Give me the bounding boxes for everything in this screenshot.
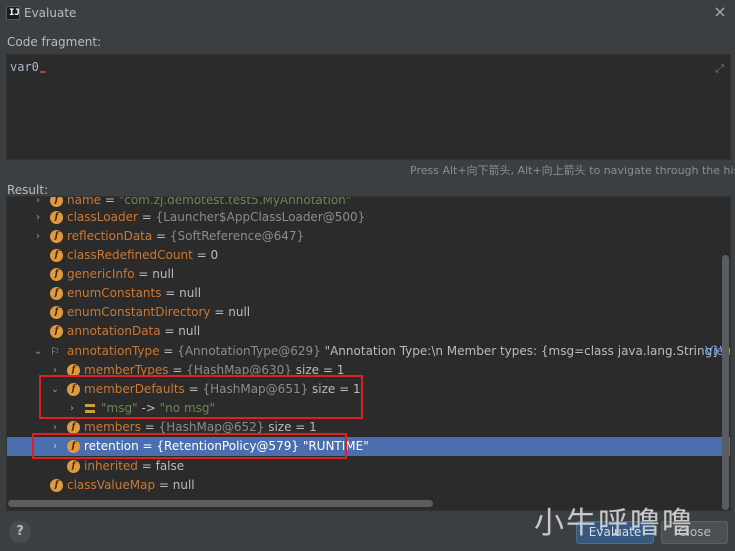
tree-row-reflectiondata[interactable]: › f reflectionData = {SoftReference@647} [7,227,730,246]
field-name: annotationType [67,344,160,358]
field-name: annotationData [67,324,161,338]
field-value: 0 [210,248,219,262]
field-name: reflectionData [67,229,153,243]
tree-row-classloader[interactable]: › f classLoader = {Launcher$AppClassLoad… [7,208,730,227]
field-name: enumConstants [67,286,162,300]
horizontal-scrollbar[interactable] [8,500,433,507]
tree-row-annotationdata[interactable]: f annotationData = null [7,322,730,341]
result-label: Result: [7,183,49,197]
field-name: classRedefinedCount [67,248,193,262]
annotation-flag-icon: ⚐ [50,345,60,358]
highlight-box-retention [32,433,347,459]
field-name: classLoader [67,210,138,224]
tree-row-classredefinedcount[interactable]: f classRedefinedCount = 0 [7,246,730,265]
code-fragment-editor[interactable]: var0 ⤢ [6,54,731,160]
tree-row-annotationtype[interactable]: ⌄ ⚐ annotationType = {AnnotationType@629… [7,342,731,361]
field-name: genericInfo [67,267,135,281]
field-icon: f [50,230,63,243]
field-icon: f [50,479,63,492]
result-tree[interactable]: › f name = "com.zj.demotest.test5.MyAnno… [6,196,731,511]
code-fragment-text[interactable]: var0 [10,60,46,74]
field-value: {Launcher$AppClassLoader@500} [155,210,366,224]
field-icon: f [50,306,63,319]
field-name: enumConstantDirectory [67,305,211,319]
field-value: null [172,478,195,492]
field-icon: f [50,325,63,338]
text-caret [39,71,46,73]
expanded-arrow-icon[interactable]: ⌄ [32,342,44,361]
field-icon: f [50,249,63,262]
intellij-app-icon: IJ [6,6,20,20]
tree-row-classvaluemap[interactable]: f classValueMap = null [7,476,730,495]
field-name: classValueMap [67,478,156,492]
collapsed-arrow-icon[interactable]: › [32,208,44,227]
field-value: null [228,305,251,319]
field-icon: f [50,197,63,207]
tree-row-inherited[interactable]: f inherited = false [7,457,730,476]
field-icon: f [50,287,63,300]
collapsed-arrow-icon[interactable]: › [32,227,44,246]
field-value: null [178,324,201,338]
tree-row-genericinfo[interactable]: f genericInfo = null [7,265,730,284]
window-title: Evaluate [24,6,77,20]
help-button[interactable]: ? [9,521,31,543]
field-icon: f [67,460,80,473]
field-value: {HashMap@652} [158,420,265,434]
tree-row-enumconstants[interactable]: f enumConstants = null [7,284,730,303]
field-value: null [152,267,175,281]
code-fragment-label: Code fragment: [7,35,102,49]
field-value: false [155,459,185,473]
close-window-icon[interactable]: × [711,3,729,21]
history-hint: Press Alt+向下箭头, Alt+向上箭头 to navigate thr… [410,164,735,177]
highlight-box-memberdefaults [39,375,363,419]
title-bar: IJ Evaluate × [0,0,735,28]
field-name: members [84,420,141,434]
tree-row-enumconstantdirectory[interactable]: f enumConstantDirectory = null [7,303,730,322]
field-value: "com.zj.demotest.test5.MyAnnotation" [118,196,352,207]
field-value: {SoftReference@647} [169,229,305,243]
field-value: {AnnotationType@629} [177,344,321,358]
watermark-text: 小牛呼噜噜 [534,506,694,541]
expand-editor-icon[interactable]: ⤢ [715,62,724,76]
field-extra: size = 1 [268,420,317,434]
field-name: inherited [84,459,138,473]
vertical-scrollbar[interactable] [722,255,729,510]
field-name: name [67,196,102,207]
field-icon: f [50,211,63,224]
field-extra: "Annotation Type:\n Member types: {msg=c… [324,344,731,358]
field-value: null [179,286,202,300]
field-icon: f [50,268,63,281]
